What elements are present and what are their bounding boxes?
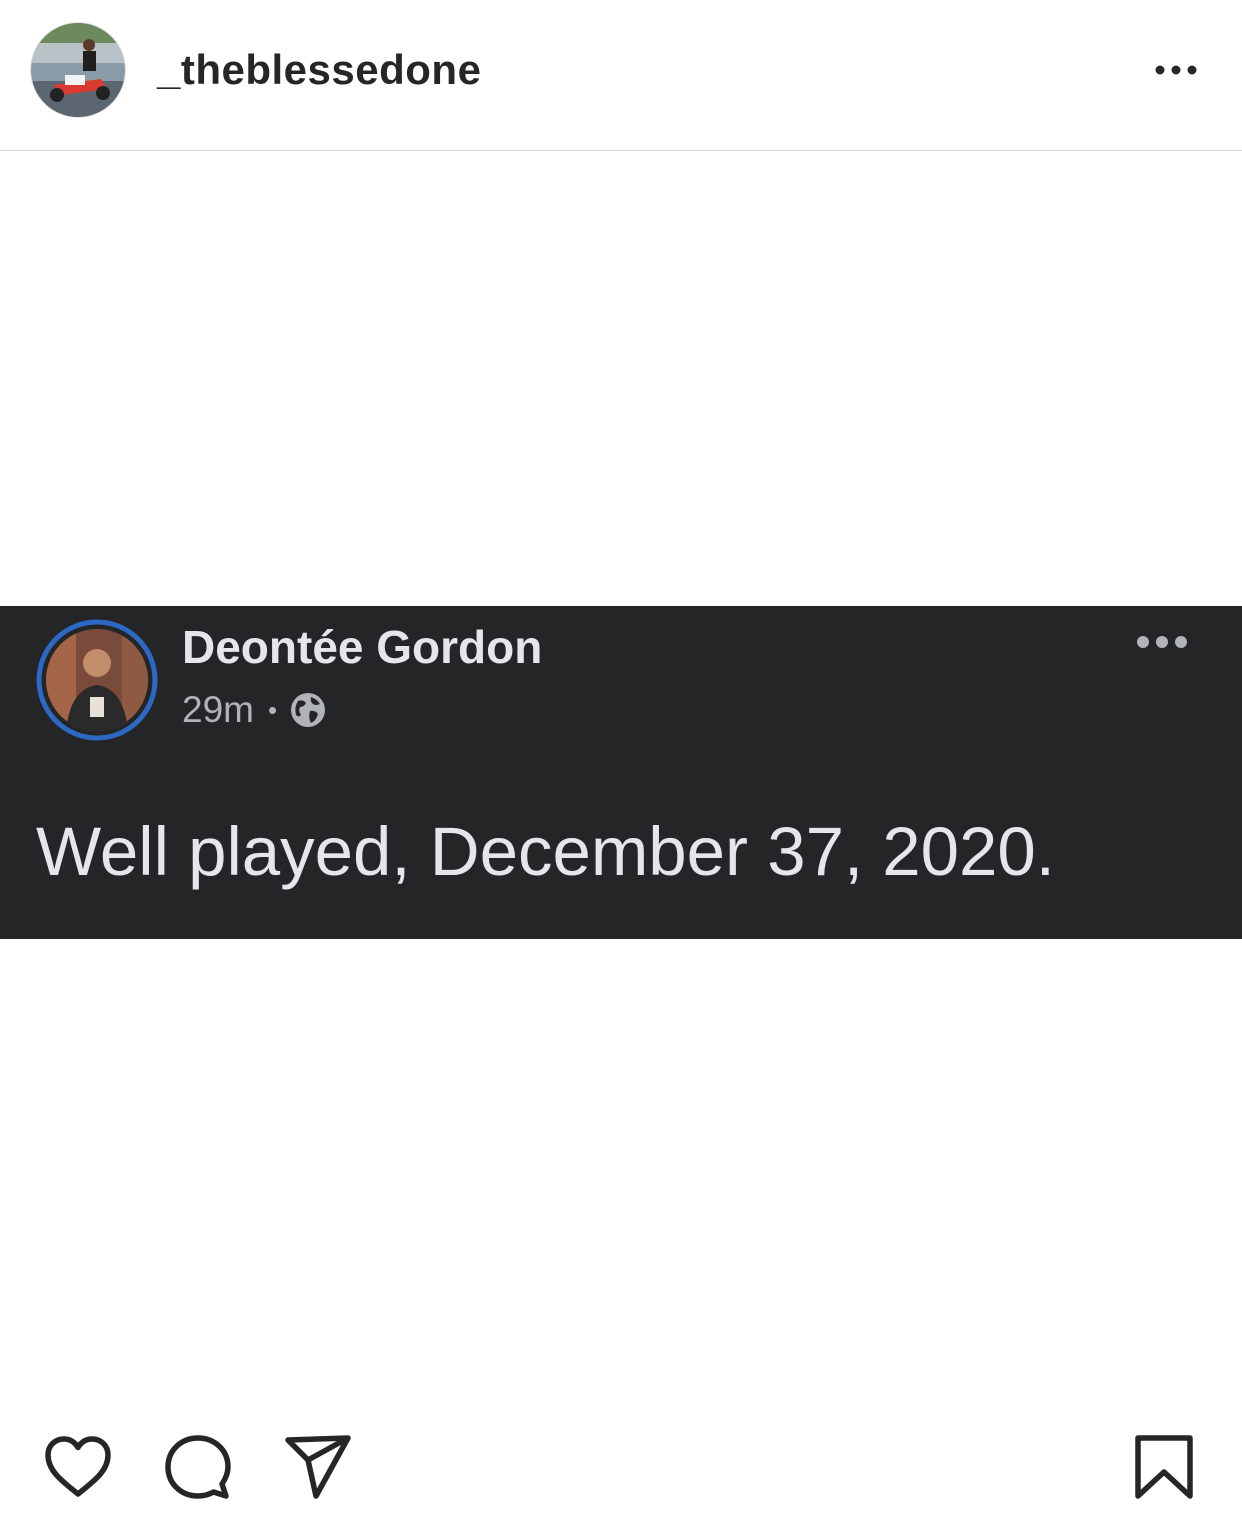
- globe-icon: [291, 693, 326, 727]
- comment-icon: [165, 1435, 231, 1499]
- fb-post-meta: 29m •: [182, 688, 327, 732]
- save-button[interactable]: [1128, 1432, 1200, 1504]
- comment-button[interactable]: [162, 1432, 234, 1504]
- bookmark-icon: [1135, 1435, 1193, 1499]
- fb-post-text: Well played, December 37, 2020.: [36, 813, 1055, 890]
- avatar[interactable]: [31, 23, 125, 117]
- fb-author-avatar: [36, 619, 158, 741]
- fb-post-time: 29m: [182, 689, 254, 730]
- post-image[interactable]: Deontée Gordon 29m • Well played, Decemb…: [0, 152, 1242, 1390]
- fb-meta-separator: •: [267, 694, 278, 725]
- like-button[interactable]: [42, 1432, 114, 1504]
- more-options-icon[interactable]: [1154, 56, 1198, 84]
- username[interactable]: _theblessedone: [157, 44, 481, 96]
- paper-plane-icon: [285, 1435, 351, 1499]
- facebook-post-screenshot: Deontée Gordon 29m • Well played, Decemb…: [0, 606, 1242, 939]
- fb-more-options-icon: [1136, 631, 1188, 653]
- heart-icon: [45, 1436, 111, 1497]
- share-button[interactable]: [282, 1432, 354, 1504]
- fb-author-name: Deontée Gordon: [182, 621, 543, 673]
- post-action-bar: [0, 1390, 1242, 1532]
- post-header: _theblessedone: [0, 0, 1242, 151]
